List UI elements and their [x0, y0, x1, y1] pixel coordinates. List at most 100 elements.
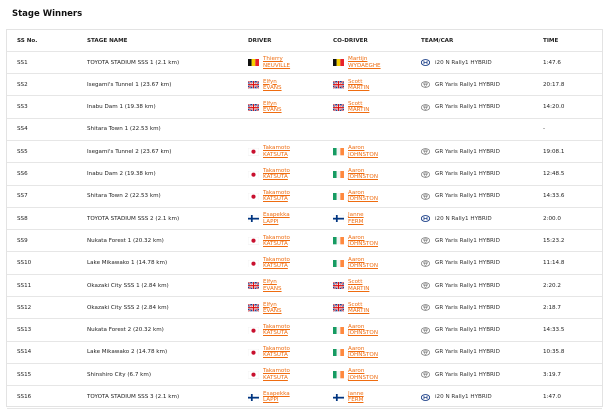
codriver-link[interactable]: Scott MARTIN [348, 101, 369, 114]
table-row: SS13 Nukata Forest 2 (20.32 km) Takamoto… [7, 320, 602, 342]
stage-name: TOYOTA STADIUM SSS 1 (2.1 km) [87, 59, 180, 66]
codriver-last-name[interactable]: MARTIN [348, 286, 369, 292]
codriver-link[interactable]: Scott MARTIN [348, 79, 369, 92]
driver-link[interactable]: Takamoto KATSUTA [263, 324, 290, 337]
codriver-last-name[interactable]: JOHNSTON [348, 263, 378, 269]
driver-link[interactable]: Esapekka LAPPI [263, 212, 290, 225]
team-car: GR Yaris Rally1 HYBRID [435, 349, 500, 356]
codriver-link[interactable]: Scott MARTIN [348, 302, 369, 315]
uk-flag-icon [247, 303, 260, 313]
stage-name: TOYOTA STADIUM SSS 3 (2.1 km) [87, 394, 180, 400]
table-row: SS14 Lake Mikawako 2 (14.78 km) Takamoto… [7, 342, 602, 364]
stage-name: TOYOTA STADIUM SSS 2 (2.1 km) [87, 215, 180, 222]
codriver-cell: Aaron JOHNSTON [333, 364, 378, 385]
driver-link[interactable]: Takamoto KATSUTA [263, 168, 290, 181]
codriver-link[interactable]: Aaron JOHNSTON [348, 346, 378, 359]
header-stage: SS No. [17, 37, 38, 44]
driver-link[interactable]: Elfyn EVANS [263, 302, 282, 315]
codriver-last-name[interactable]: FERM [348, 397, 364, 403]
toyota-logo-icon [421, 259, 430, 268]
codriver-last-name[interactable]: JOHNSTON [348, 375, 378, 381]
driver-last-name[interactable]: KATSUTA [263, 263, 290, 269]
driver-link[interactable]: Takamoto KATSUTA [263, 368, 290, 381]
codriver-last-name[interactable]: WYDAEGHE [348, 63, 381, 69]
driver-cell: Takamoto KATSUTA [247, 186, 290, 207]
driver-link[interactable]: Takamoto KATSUTA [263, 346, 290, 359]
driver-link[interactable]: Elfyn EVANS [263, 79, 282, 92]
driver-link[interactable]: Thierry NEUVILLE [263, 56, 290, 69]
table-row: SS4 Shitara Town 1 (22.53 km) - [7, 119, 602, 141]
driver-last-name[interactable]: LAPPI [263, 219, 290, 225]
stage-time: 3:19.7 [543, 371, 561, 378]
driver-link[interactable]: Takamoto KATSUTA [263, 190, 290, 203]
codriver-link[interactable]: Aaron JOHNSTON [348, 368, 378, 381]
driver-last-name[interactable]: KATSUTA [263, 375, 290, 381]
driver-last-name[interactable]: KATSUTA [263, 352, 290, 358]
stage-number: SS7 [17, 193, 28, 200]
codriver-last-name[interactable]: JOHNSTON [348, 352, 378, 358]
driver-cell: Takamoto KATSUTA [247, 364, 290, 385]
header-codriver: CO-DRIVER [333, 37, 368, 44]
driver-last-name[interactable]: EVANS [263, 107, 282, 113]
team-cell: GR Yaris Rally1 HYBRID [421, 342, 500, 363]
driver-last-name[interactable]: EVANS [263, 85, 282, 91]
team-car: i20 N Rally1 HYBRID [435, 394, 492, 400]
finland-flag-icon [247, 393, 260, 401]
driver-last-name[interactable]: NEUVILLE [263, 63, 290, 69]
codriver-last-name[interactable]: MARTIN [348, 308, 369, 314]
japan-flag-icon [247, 192, 260, 201]
driver-last-name[interactable]: EVANS [263, 286, 282, 292]
toyota-logo-icon [421, 103, 430, 112]
driver-link[interactable]: Elfyn EVANS [263, 279, 282, 292]
codriver-link[interactable]: Martijn WYDAEGHE [348, 56, 381, 69]
driver-last-name[interactable]: KATSUTA [263, 174, 290, 180]
driver-last-name[interactable]: KATSUTA [263, 196, 290, 202]
driver-last-name[interactable]: LAPPI [263, 397, 290, 403]
codriver-link[interactable]: Aaron JOHNSTON [348, 324, 378, 337]
codriver-last-name[interactable]: JOHNSTON [348, 196, 378, 202]
codriver-link[interactable]: Aaron JOHNSTON [348, 257, 378, 270]
driver-last-name[interactable]: KATSUTA [263, 241, 290, 247]
codriver-link[interactable]: Aaron JOHNSTON [348, 168, 378, 181]
stage-number: SS8 [17, 215, 28, 222]
hyundai-logo-icon [420, 58, 431, 67]
team-cell: GR Yaris Rally1 HYBRID [421, 141, 500, 162]
stage-number: SS14 [17, 349, 32, 356]
codriver-link[interactable]: Scott MARTIN [348, 279, 369, 292]
hyundai-logo-icon [420, 393, 431, 402]
stage-name: Shitara Town 2 (22.53 km) [87, 193, 161, 200]
driver-link[interactable]: Esapekka LAPPI [263, 391, 290, 404]
codriver-link[interactable]: Aaron JOHNSTON [348, 190, 378, 203]
driver-link[interactable]: Takamoto KATSUTA [263, 257, 290, 270]
belgium-flag-icon [333, 59, 344, 67]
codriver-link[interactable]: Aaron JOHNSTON [348, 235, 378, 248]
team-cell: GR Yaris Rally1 HYBRID [421, 297, 500, 318]
codriver-last-name[interactable]: JOHNSTON [348, 174, 378, 180]
stage-number: SS1 [17, 59, 28, 66]
driver-cell: Esapekka LAPPI [247, 208, 290, 229]
driver-last-name[interactable]: EVANS [263, 308, 282, 314]
ireland-flag-icon [333, 237, 344, 245]
team-cell: GR Yaris Rally1 HYBRID [421, 320, 500, 341]
driver-link[interactable]: Takamoto KATSUTA [263, 235, 290, 248]
driver-cell: Takamoto KATSUTA [247, 230, 290, 251]
codriver-last-name[interactable]: FERM [348, 219, 364, 225]
driver-last-name[interactable]: KATSUTA [263, 330, 290, 336]
driver-link[interactable]: Elfyn EVANS [263, 101, 282, 114]
codriver-link[interactable]: Aaron JOHNSTON [348, 145, 378, 158]
stage-number: SS9 [17, 237, 28, 244]
codriver-cell: Scott MARTIN [332, 297, 369, 318]
driver-link[interactable]: Takamoto KATSUTA [263, 145, 290, 158]
stage-time: 2:18.7 [543, 304, 561, 311]
japan-flag-icon [247, 348, 260, 357]
team-cell: GR Yaris Rally1 HYBRID [421, 364, 500, 385]
team-car: GR Yaris Rally1 HYBRID [435, 81, 500, 88]
codriver-link[interactable]: Janne FERM [348, 391, 364, 404]
codriver-last-name[interactable]: JOHNSTON [348, 241, 378, 247]
codriver-link[interactable]: Janne FERM [348, 212, 364, 225]
driver-last-name[interactable]: KATSUTA [263, 152, 290, 158]
codriver-last-name[interactable]: JOHNSTON [348, 152, 378, 158]
codriver-last-name[interactable]: MARTIN [348, 85, 369, 91]
codriver-last-name[interactable]: JOHNSTON [348, 330, 378, 336]
codriver-last-name[interactable]: MARTIN [348, 107, 369, 113]
